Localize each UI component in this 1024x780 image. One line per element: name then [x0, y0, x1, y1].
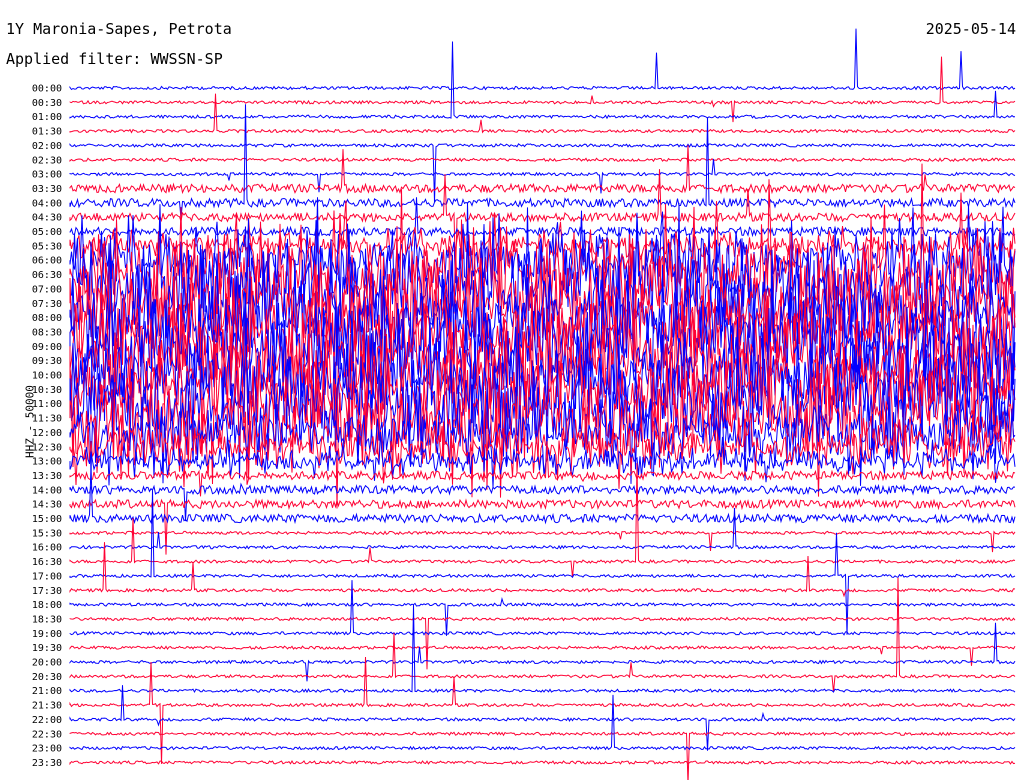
trace-row: [69, 507, 1016, 550]
time-tick-label: 08:30: [32, 327, 62, 338]
trace-row: [69, 622, 1016, 682]
time-tick-label: 09:30: [32, 356, 62, 367]
time-tick-label: 02:00: [32, 141, 62, 152]
trace-row: [69, 144, 1016, 195]
trace-row: [69, 731, 1016, 780]
trace-row: [69, 93, 1016, 134]
trace-row: [69, 157, 1016, 163]
time-tick-label: 12:00: [32, 428, 62, 439]
time-tick-label: 03:00: [32, 170, 62, 181]
time-tick-label: 15:00: [32, 514, 62, 525]
trace-row: [69, 580, 1016, 636]
time-tick-label: 18:00: [32, 600, 62, 611]
time-tick-label: 22:30: [32, 729, 62, 740]
trace-row: [69, 656, 1016, 764]
time-tick-label: 20:00: [32, 658, 62, 669]
time-tick-label: 22:00: [32, 715, 62, 726]
time-tick-label: 20:30: [32, 672, 62, 683]
time-tick-label: 10:30: [32, 385, 62, 396]
trace-row: [69, 28, 1016, 91]
time-tick-label: 13:30: [32, 471, 62, 482]
time-tick-label: 12:30: [32, 442, 62, 453]
time-tick-label: 19:30: [32, 643, 62, 654]
time-tick-label: 03:30: [32, 184, 62, 195]
time-tick-label: 14:30: [32, 500, 62, 511]
time-tick-label: 16:00: [32, 543, 62, 554]
time-tick-label: 19:00: [32, 629, 62, 640]
trace-row: [69, 577, 1016, 693]
time-tick-label: 09:00: [32, 342, 62, 353]
time-tick-label: 16:30: [32, 557, 62, 568]
trace-row: [69, 759, 1016, 766]
time-tick-label: 05:00: [32, 227, 62, 238]
time-tick-label: 06:00: [32, 256, 62, 267]
trace-row: [69, 41, 1016, 120]
trace-row: [69, 542, 1016, 598]
time-tick-label: 05:30: [32, 241, 62, 252]
time-tick-label: 23:30: [32, 758, 62, 769]
time-tick-label: 02:30: [32, 155, 62, 166]
time-tick-label: 21:00: [32, 686, 62, 697]
time-tick-label: 15:30: [32, 528, 62, 539]
time-tick-label: 04:00: [32, 198, 62, 209]
time-tick-label: 10:00: [32, 371, 62, 382]
time-tick-label: 17:00: [32, 571, 62, 582]
time-tick-label: 00:30: [32, 98, 62, 109]
time-tick-label: 04:30: [32, 213, 62, 224]
trace-row: [69, 685, 1016, 751]
time-tick-label: 08:00: [32, 313, 62, 324]
seismogram-plot: 00:00 00:30 01:00 01:30 02:00 02:30 03:00 03:30…: [32, 28, 1016, 780]
time-tick-label: 17:30: [32, 586, 62, 597]
time-tick-label: 11:30: [32, 414, 62, 425]
time-tick-label: 00:00: [32, 84, 62, 95]
time-tick-label: 07:30: [32, 299, 62, 310]
time-tick-label: 13:00: [32, 457, 62, 468]
time-tick-label: 06:30: [32, 270, 62, 281]
time-tick-label: 21:30: [32, 701, 62, 712]
trace-row: [69, 158, 1016, 194]
trace-row: [69, 104, 1016, 219]
time-tick-label: 18:30: [32, 614, 62, 625]
time-tick-label: 01:30: [32, 127, 62, 138]
time-tick-label: 23:00: [32, 744, 62, 755]
time-tick-label: 14:00: [32, 485, 62, 496]
trace-row: [69, 465, 1016, 525]
time-tick-label: 01:00: [32, 112, 62, 123]
trace-row: [69, 694, 1016, 751]
time-tick-label: 11:00: [32, 399, 62, 410]
time-tick-label: 07:00: [32, 284, 62, 295]
